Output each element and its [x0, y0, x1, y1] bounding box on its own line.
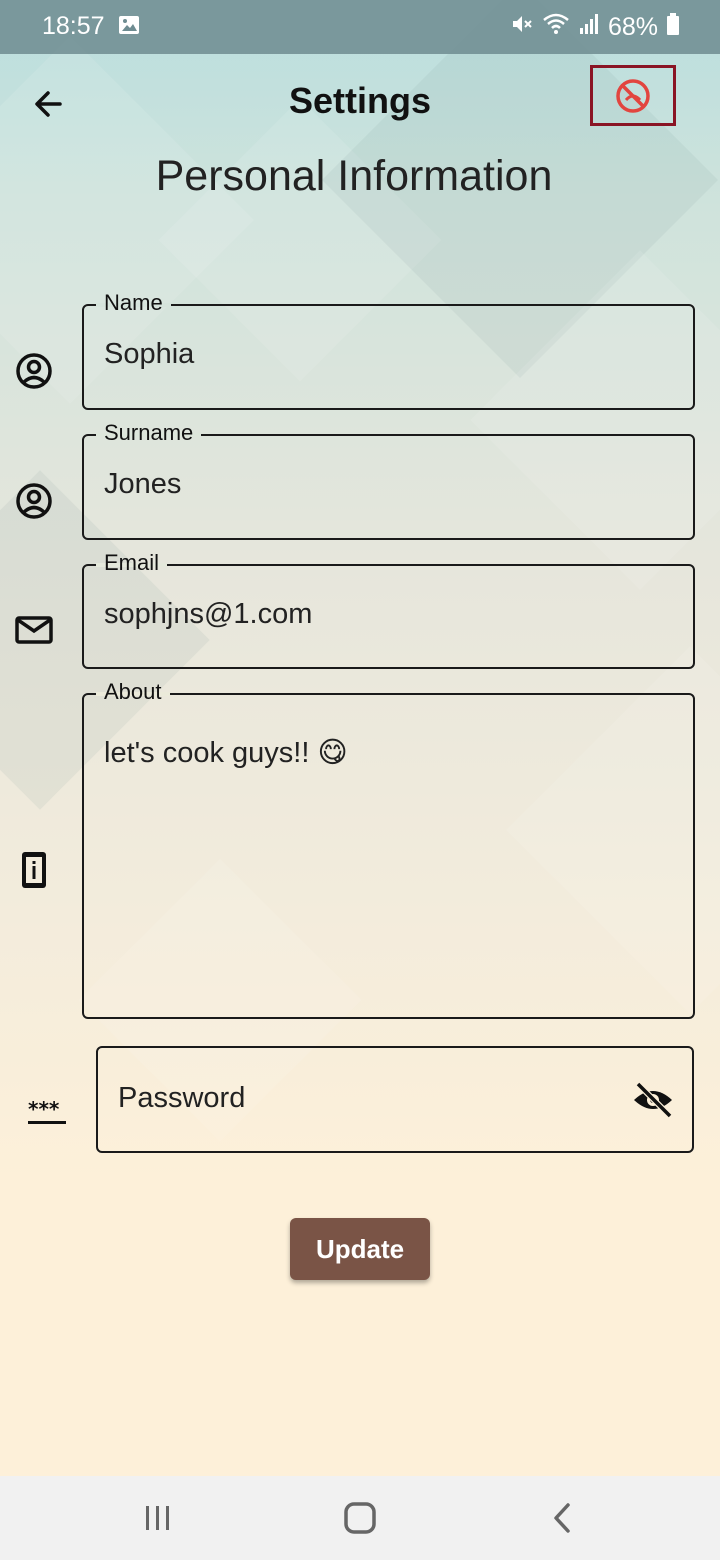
mail-icon	[14, 610, 54, 650]
name-label: Name	[104, 290, 163, 315]
name-field[interactable]: Name Sophia	[82, 290, 695, 410]
home-icon	[344, 1502, 376, 1534]
image-notification-icon	[118, 15, 140, 40]
chevron-left-icon	[554, 1503, 570, 1533]
no-entry-button[interactable]	[590, 65, 676, 126]
status-time: 18:57	[42, 12, 105, 40]
recents-icon	[146, 1506, 169, 1530]
battery-level: 68%	[607, 13, 658, 41]
password-placeholder: Password	[118, 1082, 246, 1114]
system-nav-bar	[0, 1476, 720, 1560]
visibility-off-icon	[634, 1081, 673, 1119]
section-title: Personal Information	[155, 152, 553, 200]
signal-icon	[578, 12, 600, 43]
email-label: Email	[104, 550, 160, 575]
about-field[interactable]: About let's cook guys!! 😋	[82, 679, 695, 1019]
name-value: Sophia	[104, 338, 195, 370]
about-value: let's cook guys!! 😋	[104, 737, 348, 769]
app-bar: Settings	[0, 54, 720, 154]
recents-button[interactable]	[128, 1498, 188, 1538]
password-icon: ***	[27, 1096, 67, 1126]
account-circle-icon	[14, 481, 54, 521]
system-back-button[interactable]	[532, 1498, 592, 1538]
surname-field[interactable]: Surname Jones	[82, 420, 695, 540]
home-button[interactable]	[330, 1498, 390, 1538]
mute-icon	[510, 12, 534, 43]
status-bar: 18:57 68%	[0, 0, 720, 54]
wifi-icon	[542, 12, 570, 43]
surname-value: Jones	[104, 468, 182, 500]
battery-icon	[666, 12, 680, 43]
no-entry-icon	[616, 78, 650, 113]
password-field[interactable]: Password	[96, 1046, 694, 1153]
visibility-toggle-button[interactable]	[632, 1081, 674, 1119]
svg-text:***: ***	[28, 1097, 60, 1121]
surname-label: Surname	[104, 420, 194, 445]
email-value: sophjns@1.com	[104, 598, 313, 630]
account-circle-icon	[14, 351, 54, 391]
about-label: About	[104, 679, 162, 704]
info-device-icon	[14, 850, 54, 890]
email-field[interactable]: Email sophjns@1.com	[82, 550, 695, 669]
update-button[interactable]: Update	[290, 1218, 430, 1280]
